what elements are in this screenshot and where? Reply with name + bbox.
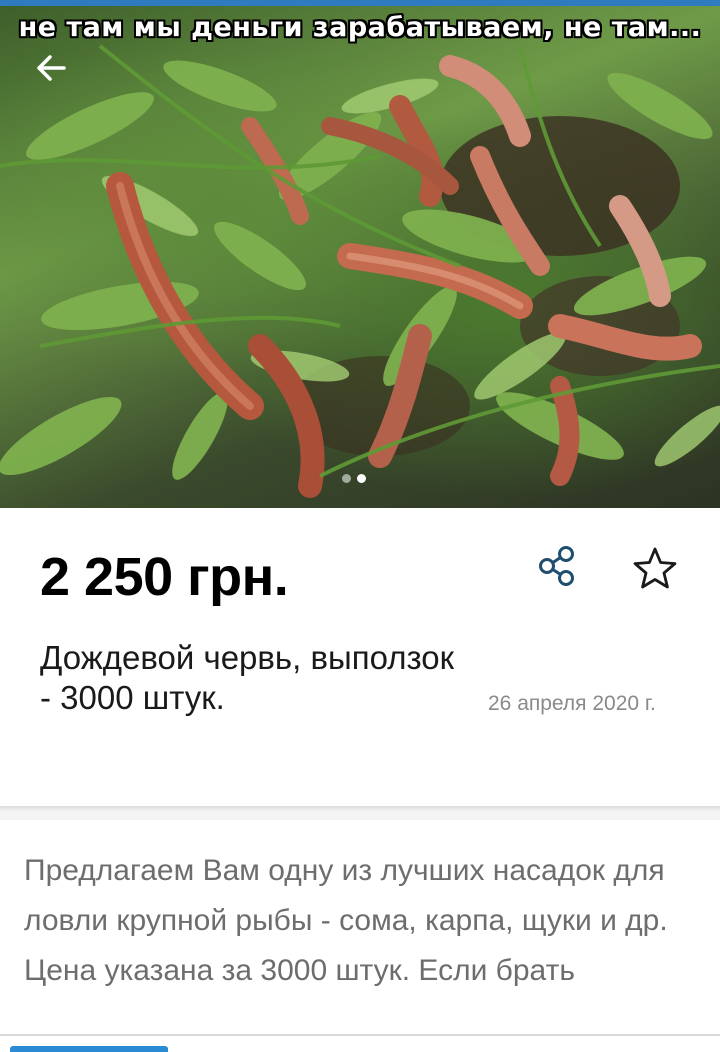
bottom-tab-indicator[interactable] [10,1046,168,1052]
section-divider [0,806,720,820]
listing-summary: 2 250 грн. Дождевой червь, выползок - 30… [0,508,720,808]
listing-description: Предлагаем Вам одну из лучших насадок дл… [24,846,704,996]
worms-and-greens-illustration [0,44,720,498]
bottom-bar-border [0,1034,720,1036]
favorite-button[interactable] [630,544,680,594]
meme-caption: не там мы деньги зарабатываем, не там... [18,12,702,43]
pager-dot-active[interactable] [357,474,366,483]
listing-photo[interactable]: не там мы деньги зарабатываем, не там... [0,6,720,508]
price: 2 250 грн. [40,547,289,607]
listing-date: 26 апреля 2020 г. [488,692,656,715]
pager-dot[interactable] [342,474,351,483]
description-paragraph: Предлагаем Вам одну из лучших насадок дл… [24,854,668,937]
gallery-pager [342,474,366,483]
listing-title: Дождевой червь, выползок - 3000 штук. [40,639,455,716]
share-icon [539,546,574,586]
star-outline-icon [633,547,677,589]
description-paragraph: Цена указана за 3000 штук. Если брать [24,954,575,987]
arrow-left-icon [37,55,66,81]
back-button[interactable] [34,50,78,94]
share-button[interactable] [536,544,582,590]
